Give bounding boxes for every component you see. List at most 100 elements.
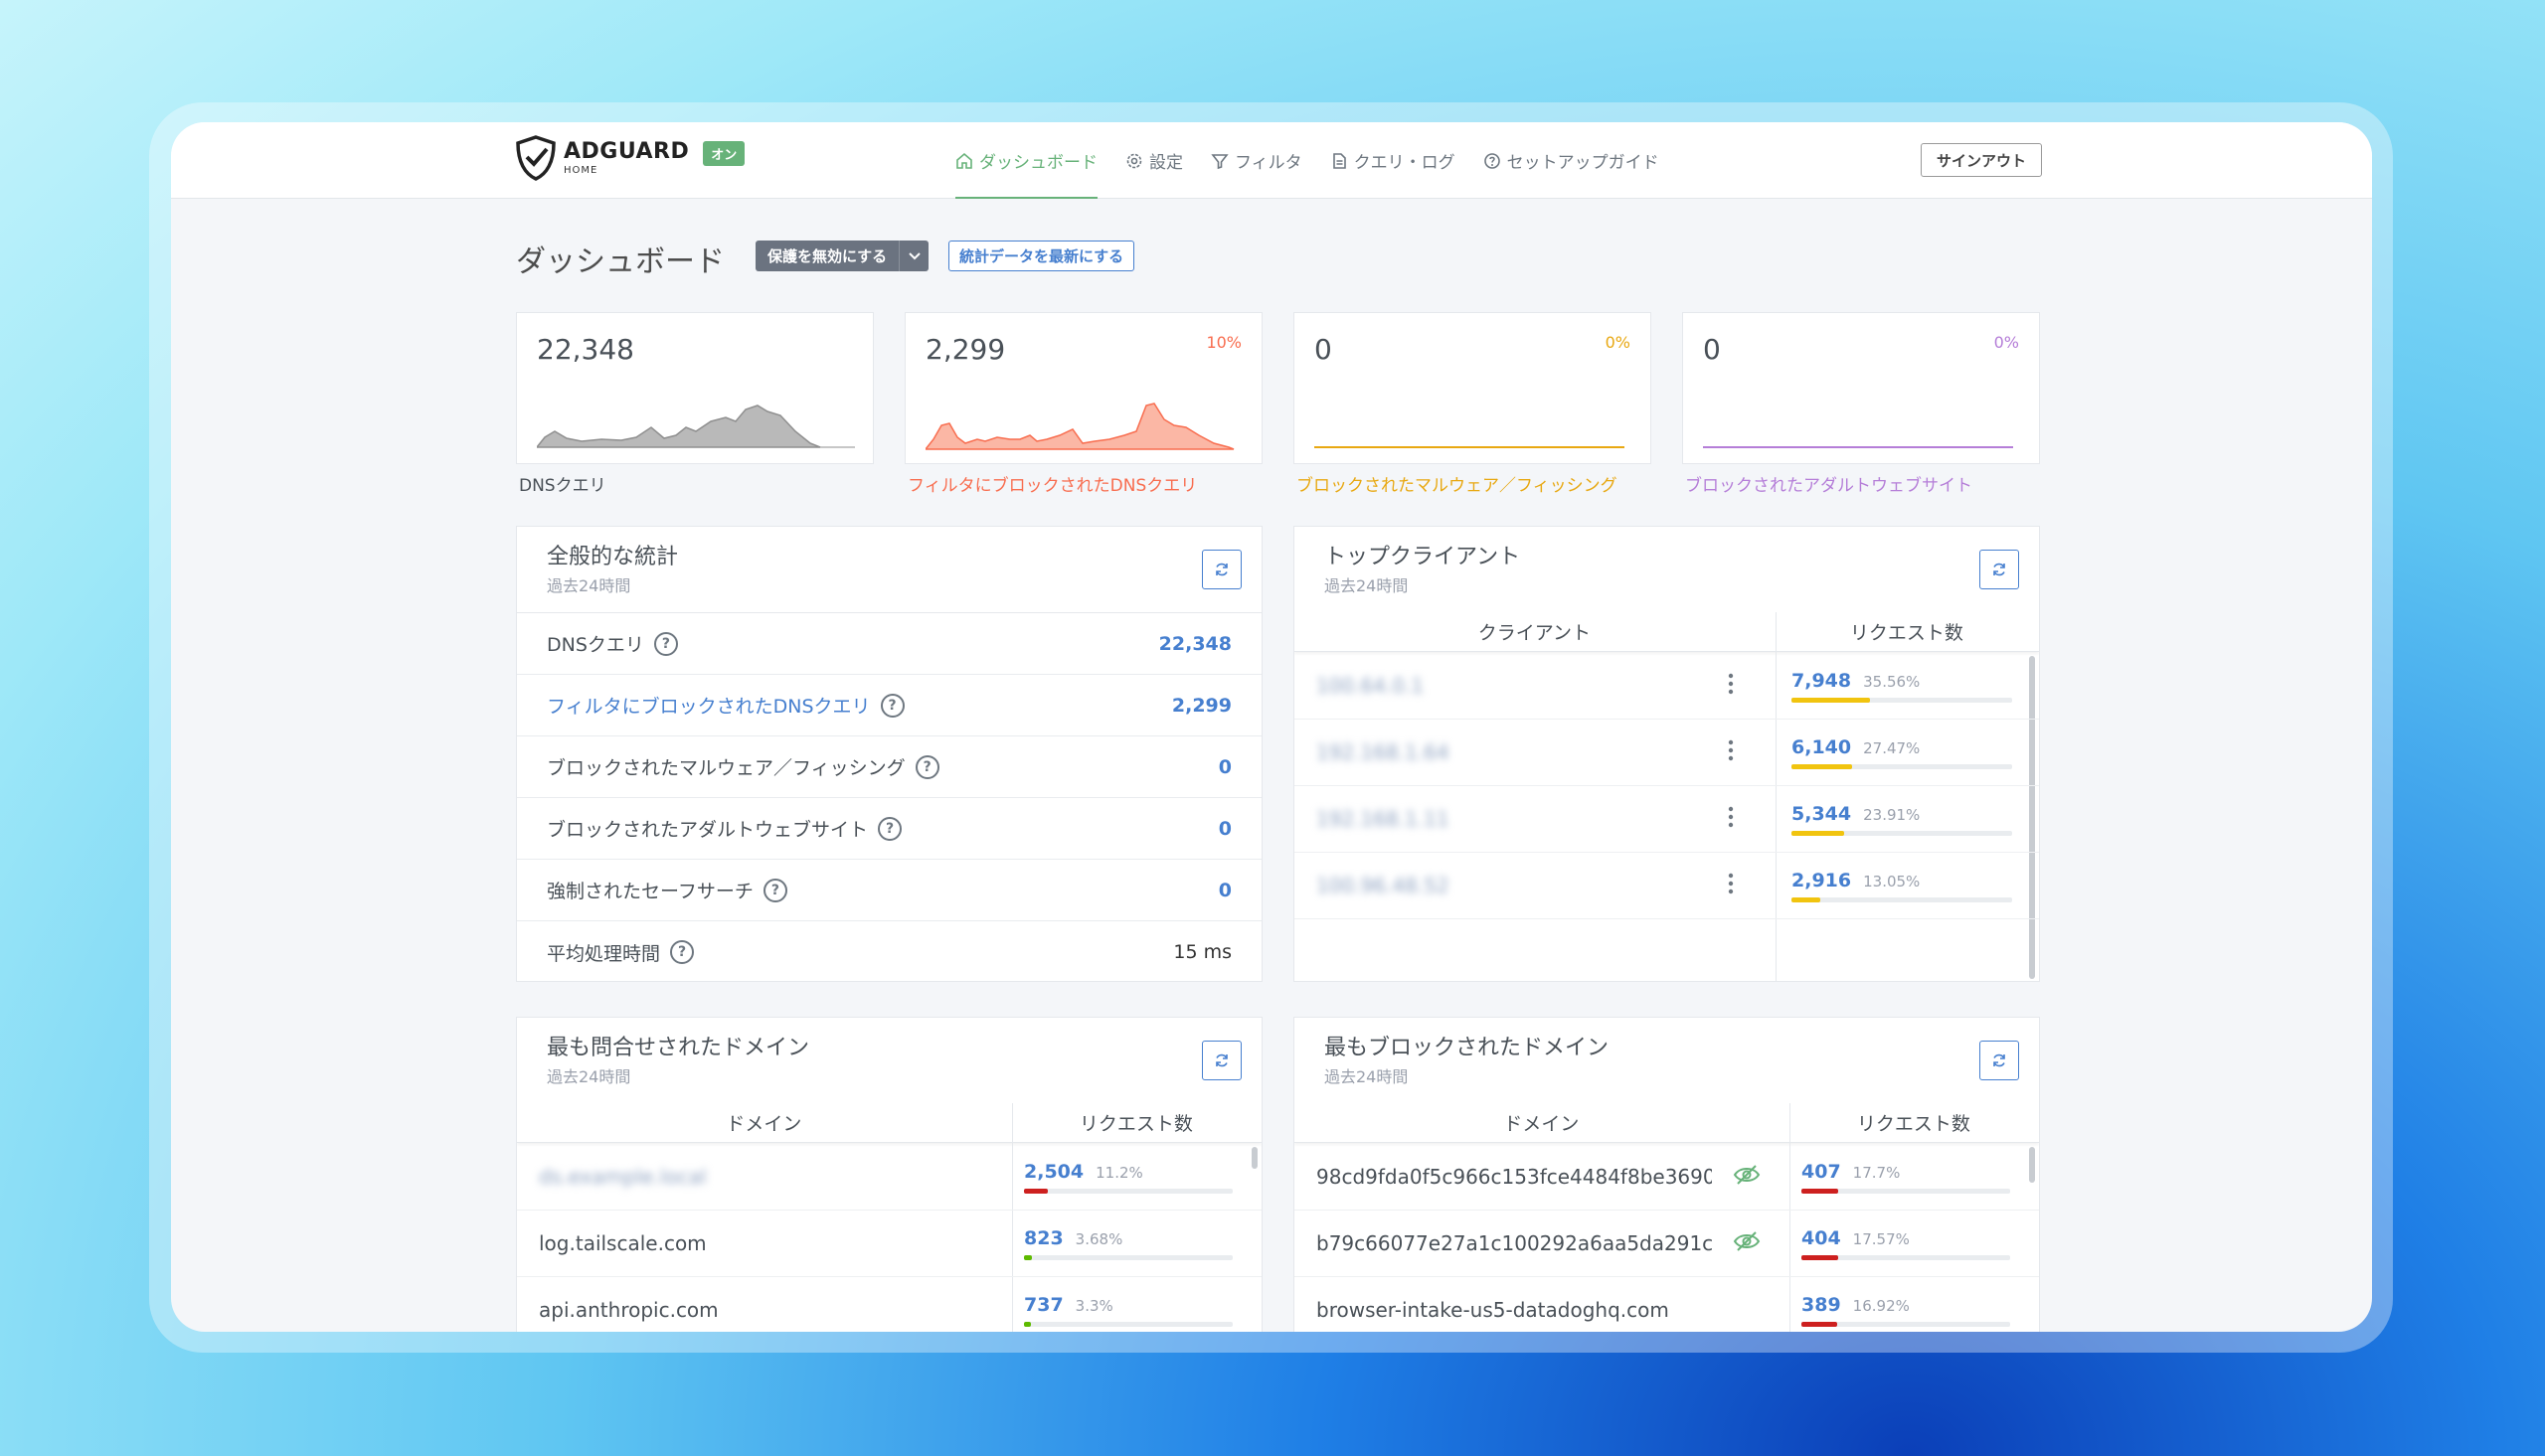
col-requests[interactable]: リクエスト数 [1011,1103,1262,1142]
eye-slash-icon[interactable] [1732,1164,1762,1190]
count-value[interactable]: 389 [1801,1294,1841,1316]
row-label-text: DNSクエリ [547,634,644,656]
help-icon[interactable]: ? [878,816,903,841]
domain-name[interactable]: log.tailscale.com [517,1231,994,1255]
domain-name[interactable]: b79c66077e27a1c100292a6aa5da291cfa7d... [1294,1231,1712,1255]
signout-button[interactable]: サインアウト [1921,143,2042,177]
count-bar-fill [1801,1254,1838,1260]
count-value[interactable]: 6,140 [1791,736,1851,758]
clients-refresh-button[interactable] [1979,550,2019,589]
count-bar [1024,1188,1233,1194]
dns-queries-sparkline [537,404,855,448]
kebab-menu-icon[interactable] [1728,739,1734,765]
count-bar [1791,763,2012,769]
nav-setup-guide-label: セットアップガイド [1506,153,1659,173]
stat-label-dns-queries: DNSクエリ [519,476,606,496]
row-value[interactable]: 0 [1219,756,1232,778]
nav-settings-label: 設定 [1149,153,1183,173]
count-value[interactable]: 823 [1024,1227,1064,1249]
count-bar-fill [1791,697,1870,703]
domain-name[interactable]: 98cd9fda0f5c966c153fce4484f8be3690c42... [1294,1165,1712,1189]
general-refresh-button[interactable] [1202,550,1242,589]
domain-name[interactable]: api.anthropic.com [517,1298,994,1322]
client-name[interactable]: 100.64.0.1 [1294,674,1732,698]
count-value[interactable]: 2,504 [1024,1161,1084,1183]
disable-protection-button[interactable]: 保護を無効にする [756,241,930,271]
help-icon[interactable]: ? [880,693,905,718]
count-value[interactable]: 737 [1024,1294,1064,1316]
kebab-menu-icon[interactable] [1728,673,1734,699]
table-row: b79c66077e27a1c100292a6aa5da291cfa7d... … [1294,1211,2039,1277]
eye-slash-icon[interactable] [1732,1230,1762,1256]
count-bar [1024,1321,1233,1327]
nav-dashboard[interactable]: ダッシュボード [941,122,1111,199]
shield-check-icon [516,135,556,181]
count-percent: 16.92% [1852,1296,1910,1315]
nav-filters[interactable]: フィルタ [1197,122,1316,199]
client-name[interactable]: 192.168.1.11 [1294,807,1732,831]
help-icon[interactable]: ? [763,878,787,902]
help-icon[interactable]: ? [915,754,939,779]
kebab-menu-icon[interactable] [1728,873,1734,898]
col-domain[interactable]: ドメイン [517,1103,1011,1142]
count-bar [1024,1254,1233,1260]
domain-name[interactable]: ds.example.local [517,1165,994,1189]
count-value[interactable]: 5,344 [1791,803,1851,825]
disable-protection-dropdown[interactable] [899,241,930,271]
nav-setup-guide[interactable]: セットアップガイド [1469,122,1673,199]
stat-card-blocked-filters: 2,299 10% [905,312,1263,464]
count-value[interactable]: 407 [1801,1161,1841,1183]
general-stats-panel: 全般的な統計 過去24時間 DNSクエリ? 22,348 フィルタにブロックされ… [516,526,1263,982]
row-value[interactable]: 0 [1219,818,1232,840]
client-name[interactable]: 192.168.1.64 [1294,740,1732,764]
top-clients-panel: トップクライアント 過去24時間 クライアント リクエスト数 100.64.0.… [1293,526,2040,982]
count-value[interactable]: 404 [1801,1227,1841,1249]
row-label: ブロックされたマルウェア／フィッシング? [547,753,939,780]
blocked-refresh-button[interactable] [1979,1041,2019,1080]
count-bar-fill [1024,1188,1048,1194]
nav-dashboard-label: ダッシュボード [979,153,1098,173]
count-bar-fill [1024,1254,1032,1260]
kebab-menu-icon[interactable] [1728,806,1734,832]
disable-protection-label[interactable]: 保護を無効にする [756,241,900,271]
table-row: 100.64.0.1 7,948 35.56% [1294,653,2039,720]
count-value[interactable]: 2,916 [1791,870,1851,891]
col-client[interactable]: クライアント [1294,612,1775,651]
brand-name: ADGUARD [564,138,690,164]
stat-percent: 0% [1605,333,1630,352]
count-percent: 11.2% [1096,1163,1143,1182]
client-name[interactable]: 100.96.48.52 [1294,874,1732,897]
request-count: 5,344 23.91% [1791,803,2012,836]
col-domain[interactable]: ドメイン [1294,1103,1788,1142]
queried-table-header: ドメイン リクエスト数 [517,1103,1262,1143]
nav-query-log[interactable]: クエリ・ログ [1316,122,1469,199]
stat-card-dns-queries: 22,348 [516,312,874,464]
col-requests[interactable]: リクエスト数 [1775,612,2039,651]
queried-refresh-button[interactable] [1202,1041,1242,1080]
row-label-text[interactable]: フィルタにブロックされたDNSクエリ [547,692,871,719]
adguard-logo[interactable]: ADGUARD HOME オン [514,134,746,182]
general-row-blocked-adult: ブロックされたアダルトウェブサイト? 0 [517,798,1262,860]
panel-title: 最も問合せされたドメイン [547,1036,810,1060]
table-row: 100.96.48.52 2,916 13.05% [1294,853,2039,919]
domain-name[interactable]: browser-intake-us5-datadoghq.com [1294,1298,1772,1322]
row-value[interactable]: 22,348 [1159,633,1232,655]
help-icon[interactable]: ? [670,940,695,964]
count-value[interactable]: 7,948 [1791,670,1851,692]
help-icon[interactable]: ? [653,631,678,656]
blocked-table-header: ドメイン リクエスト数 [1294,1103,2039,1143]
top-header: ADGUARD HOME オン ダッシュボード 設定 フィルタ クエリ・ログ セ… [171,122,2372,199]
stat-value: 2,299 [926,333,1006,366]
row-value[interactable]: 2,299 [1172,695,1232,717]
malware-sparkline [1314,446,1624,448]
col-requests[interactable]: リクエスト数 [1788,1103,2039,1142]
row-label-link[interactable]: フィルタにブロックされたDNSクエリ? [547,692,905,719]
count-percent: 17.57% [1852,1229,1910,1248]
count-bar-fill [1024,1321,1031,1327]
row-value[interactable]: 0 [1219,880,1232,901]
nav-settings[interactable]: 設定 [1111,122,1197,199]
row-label-text: 平均処理時間 [547,942,661,965]
request-count: 389 16.92% [1801,1294,2010,1327]
refresh-stats-button[interactable]: 統計データを最新にする [948,241,1135,271]
table-row: api.anthropic.com 737 3.3% [517,1277,1262,1332]
